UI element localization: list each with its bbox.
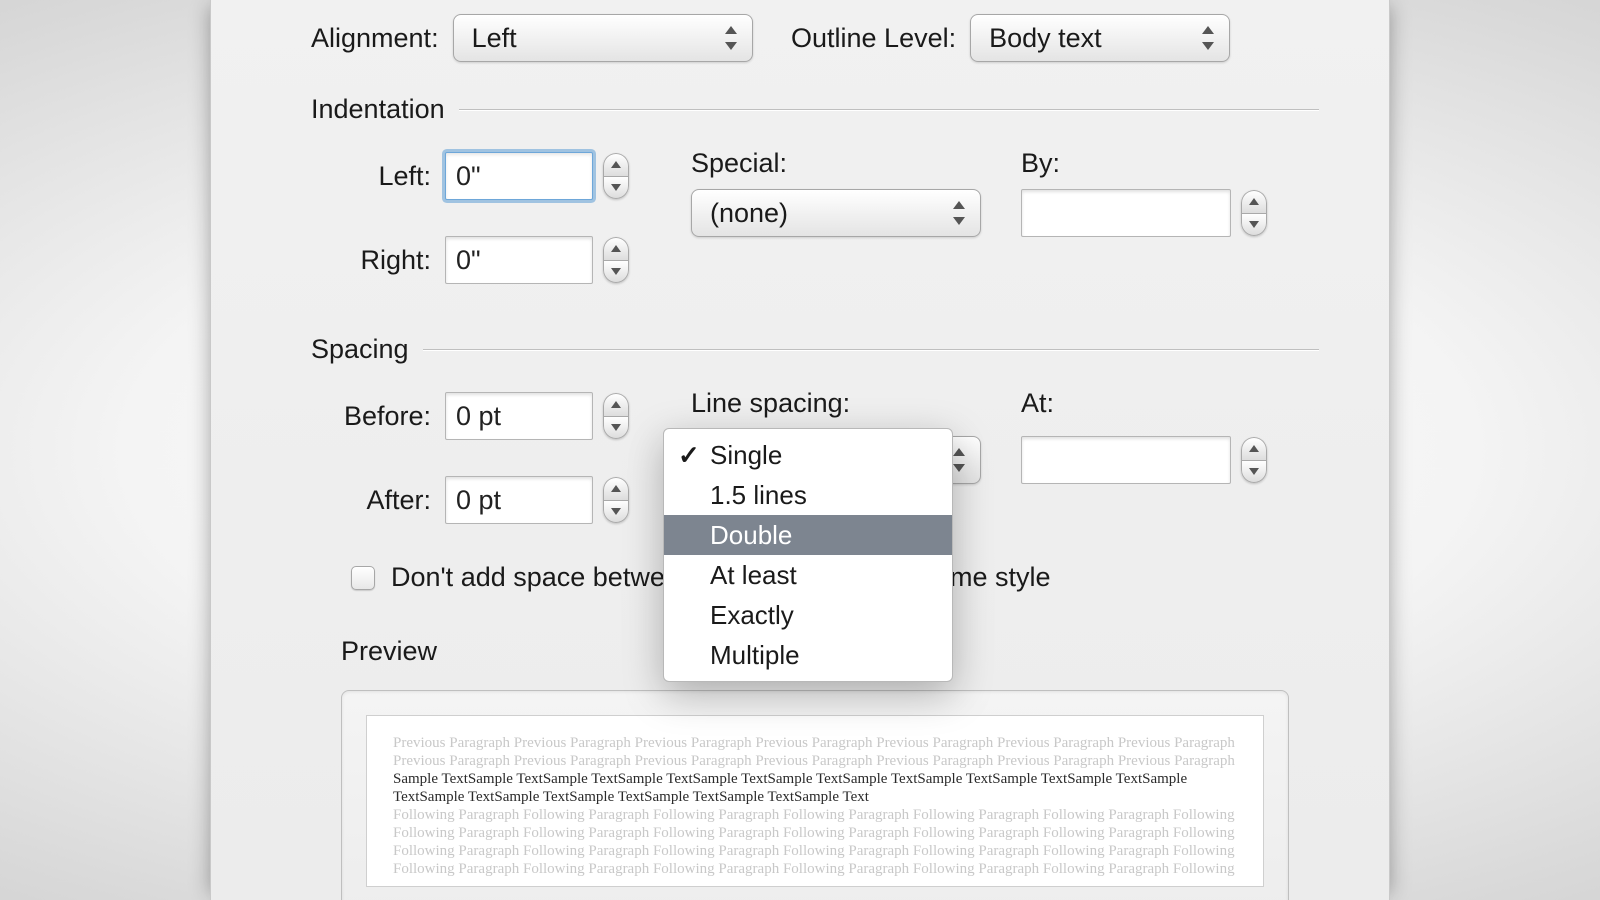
updown-icon (722, 26, 740, 50)
preview-following-line: Following Paragraph Following Paragraph … (393, 860, 1237, 878)
menu-item-label: Double (710, 520, 792, 551)
indent-left-input[interactable] (445, 152, 593, 200)
special-label: Special: (691, 148, 787, 179)
stepper-up-icon[interactable] (1241, 190, 1267, 213)
menu-item-label: At least (710, 560, 797, 591)
indent-left-stepper[interactable] (603, 153, 629, 199)
alignment-select[interactable]: Left (453, 14, 753, 62)
alignment-label: Alignment: (311, 23, 439, 54)
updown-icon (1199, 26, 1217, 50)
linespacing-option-at-least[interactable]: At least (664, 555, 952, 595)
at-stepper[interactable] (1241, 437, 1267, 483)
stepper-up-icon[interactable] (1241, 437, 1267, 460)
stepper-down-icon[interactable] (603, 500, 629, 524)
indent-right-stepper[interactable] (603, 237, 629, 283)
outlinelevel-select[interactable]: Body text (970, 14, 1230, 62)
preview-previous-line: Previous Paragraph Previous Paragraph Pr… (393, 752, 1237, 770)
indent-right-label: Right: (311, 245, 431, 276)
at-label: At: (1021, 388, 1054, 419)
paragraph-dialog-pane: Alignment: Left Outline Level: Body text… (210, 0, 1390, 900)
spacing-after-input[interactable] (445, 476, 593, 524)
stepper-down-icon[interactable] (603, 260, 629, 284)
linespacing-option-single[interactable]: ✓ Single (664, 435, 952, 475)
section-spacing: Spacing (311, 334, 409, 365)
preview-sample-line: Sample TextSample TextSample TextSample … (393, 770, 1237, 806)
indent-right-input[interactable] (445, 236, 593, 284)
menu-item-label: 1.5 lines (710, 480, 807, 511)
stepper-down-icon[interactable] (1241, 213, 1267, 237)
by-stepper[interactable] (1241, 190, 1267, 236)
outlinelevel-label: Outline Level: (791, 23, 956, 54)
spacing-after-stepper[interactable] (603, 477, 629, 523)
linespacing-option-1-5-lines[interactable]: 1.5 lines (664, 475, 952, 515)
preview-following-line: Following Paragraph Following Paragraph … (393, 842, 1237, 860)
linespacing-label: Line spacing: (691, 388, 850, 419)
stepper-up-icon[interactable] (603, 153, 629, 176)
by-input[interactable] (1021, 189, 1231, 237)
preview-previous-line: Previous Paragraph Previous Paragraph Pr… (393, 734, 1237, 752)
preview-box: Previous Paragraph Previous Paragraph Pr… (341, 690, 1289, 900)
outlinelevel-value: Body text (989, 23, 1102, 54)
special-value: (none) (710, 198, 788, 229)
stepper-down-icon[interactable] (603, 176, 629, 200)
at-input[interactable] (1021, 436, 1231, 484)
updown-icon (950, 201, 968, 225)
stepper-up-icon[interactable] (603, 237, 629, 260)
stepper-up-icon[interactable] (603, 393, 629, 416)
indent-left-label: Left: (311, 161, 431, 192)
linespacing-option-multiple[interactable]: Multiple (664, 635, 952, 675)
special-select[interactable]: (none) (691, 189, 981, 237)
preview-following-line: Following Paragraph Following Paragraph … (393, 806, 1237, 824)
checkmark-icon: ✓ (678, 440, 700, 471)
preview-canvas: Previous Paragraph Previous Paragraph Pr… (366, 715, 1264, 887)
spacing-before-input[interactable] (445, 392, 593, 440)
section-rule (459, 109, 1319, 110)
spacing-after-label: After: (311, 485, 431, 516)
linespacing-menu[interactable]: ✓ Single 1.5 lines Double At least Exactly Mul… (663, 428, 953, 682)
menu-item-label: Multiple (710, 640, 800, 671)
section-rule (423, 349, 1319, 350)
menu-item-label: Single (710, 440, 782, 471)
stepper-up-icon[interactable] (603, 477, 629, 500)
no-space-same-style-checkbox[interactable] (351, 566, 375, 590)
alignment-value: Left (472, 23, 517, 54)
stepper-down-icon[interactable] (1241, 460, 1267, 484)
section-indentation: Indentation (311, 94, 445, 125)
by-label: By: (1021, 148, 1060, 179)
spacing-before-label: Before: (311, 401, 431, 432)
linespacing-option-double[interactable]: Double (664, 515, 952, 555)
preview-title: Preview (341, 636, 437, 667)
spacing-before-stepper[interactable] (603, 393, 629, 439)
stepper-down-icon[interactable] (603, 416, 629, 440)
preview-following-line: Following Paragraph Following Paragraph … (393, 824, 1237, 842)
menu-item-label: Exactly (710, 600, 794, 631)
linespacing-option-exactly[interactable]: Exactly (664, 595, 952, 635)
